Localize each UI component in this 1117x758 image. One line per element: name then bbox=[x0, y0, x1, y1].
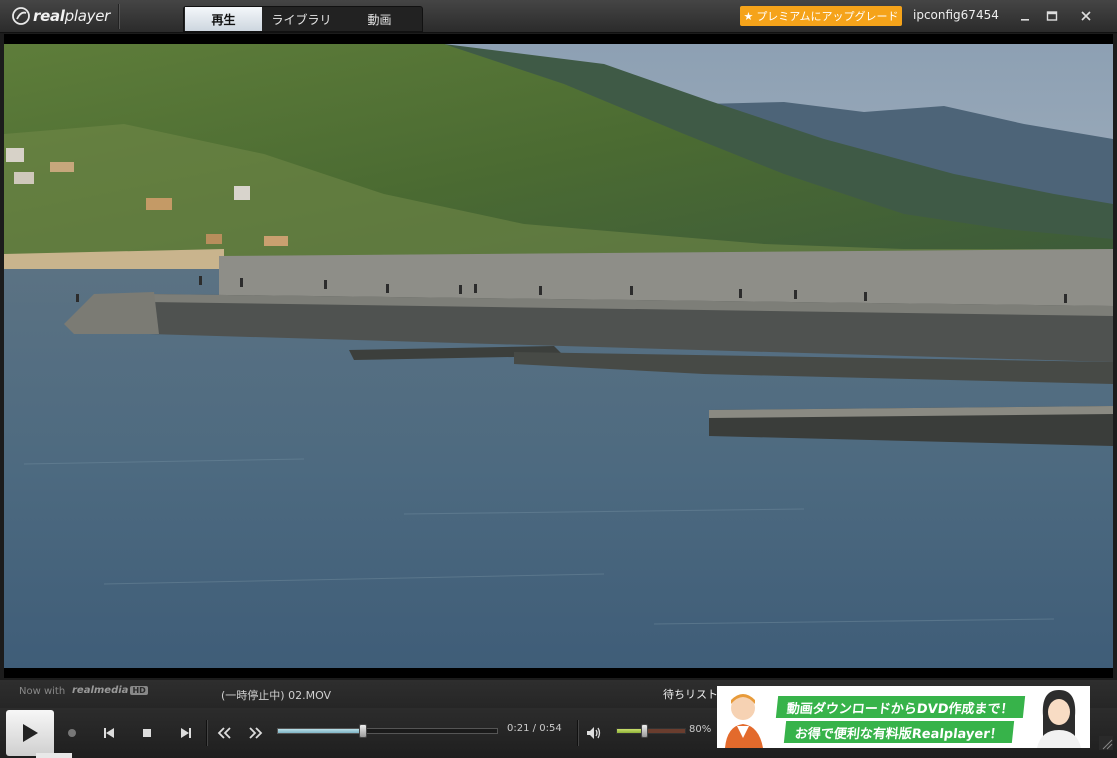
video-frame[interactable] bbox=[4, 34, 1113, 678]
volume-level bbox=[617, 729, 645, 733]
fast-forward-icon bbox=[249, 727, 263, 739]
current-time: 0:21 bbox=[507, 723, 530, 734]
username[interactable]: ipconfig67454 bbox=[913, 8, 999, 22]
volume-button[interactable] bbox=[584, 724, 604, 742]
play-icon bbox=[23, 724, 38, 742]
minimize-button[interactable] bbox=[1014, 7, 1036, 25]
realplayer-logo[interactable]: realplayer bbox=[12, 5, 110, 27]
ad-woman-illustration bbox=[1037, 690, 1081, 748]
playback-status: (一時停止中) 02.MOV bbox=[221, 689, 332, 702]
upgrade-premium-label: プレミアムにアップグレード bbox=[756, 10, 899, 23]
record-icon bbox=[68, 729, 76, 737]
title-divider bbox=[118, 4, 119, 29]
star-icon: ★ bbox=[743, 9, 754, 23]
volume-slider[interactable] bbox=[616, 724, 686, 738]
maximize-icon bbox=[1046, 11, 1058, 21]
minimize-icon bbox=[1021, 19, 1029, 21]
logo-text: realplayer bbox=[33, 7, 110, 25]
volume-percent: 80% bbox=[689, 724, 712, 735]
speaker-icon bbox=[587, 727, 601, 739]
ad-banner[interactable]: 動画ダウンロードからDVD作成まで！ お得で便利な有料版Realplayer！ bbox=[717, 686, 1090, 748]
record-button[interactable] bbox=[62, 724, 82, 742]
seek-bar[interactable] bbox=[277, 724, 498, 738]
stop-icon bbox=[143, 729, 151, 737]
taskbar-tab-fragment bbox=[36, 753, 72, 758]
volume-handle[interactable] bbox=[641, 724, 649, 738]
next-button[interactable] bbox=[176, 724, 196, 742]
previous-button[interactable] bbox=[99, 724, 119, 742]
ad-subline: お得で便利な有料版Realplayer！ bbox=[783, 721, 1015, 743]
ad-man-illustration bbox=[725, 694, 763, 748]
fast-forward-button[interactable] bbox=[246, 724, 266, 742]
time-separator: / bbox=[532, 723, 537, 734]
play-button[interactable] bbox=[6, 710, 54, 756]
rewind-icon bbox=[217, 727, 231, 739]
now-with-label: Now with bbox=[19, 686, 66, 697]
time-display: 0:21 / 0:54 bbox=[507, 723, 562, 734]
seek-handle[interactable] bbox=[359, 724, 368, 738]
rewind-button[interactable] bbox=[214, 724, 234, 742]
main-tabs: 再生 ライブラリ 動画 bbox=[183, 6, 423, 32]
realplayer-logo-icon bbox=[12, 7, 30, 25]
tab-videos[interactable]: 動画 bbox=[341, 7, 418, 31]
resize-grip-icon[interactable] bbox=[1099, 736, 1113, 750]
close-icon bbox=[1081, 11, 1091, 21]
video-display[interactable] bbox=[4, 44, 1113, 668]
tab-library[interactable]: ライブラリ bbox=[263, 7, 340, 31]
stop-button[interactable] bbox=[137, 724, 157, 742]
duration: 0:54 bbox=[539, 723, 562, 734]
seek-progress bbox=[278, 729, 364, 733]
playlist-button[interactable]: 待ちリスト bbox=[663, 686, 718, 702]
close-button[interactable] bbox=[1075, 7, 1097, 25]
ad-headline: 動画ダウンロードからDVD作成まで！ bbox=[775, 696, 1025, 718]
realmedia-hd-logo: realmedia HD bbox=[72, 685, 148, 696]
upgrade-premium-button[interactable]: ★ プレミアムにアップグレード bbox=[740, 6, 902, 26]
control-divider bbox=[206, 720, 207, 746]
control-divider bbox=[577, 720, 578, 746]
maximize-button[interactable] bbox=[1041, 7, 1063, 25]
skip-back-icon bbox=[104, 728, 114, 738]
tab-play[interactable]: 再生 bbox=[185, 7, 262, 31]
skip-forward-icon bbox=[181, 728, 191, 738]
title-bar: realplayer 再生 ライブラリ 動画 ★ プレミアムにアップグレード i… bbox=[0, 0, 1117, 33]
